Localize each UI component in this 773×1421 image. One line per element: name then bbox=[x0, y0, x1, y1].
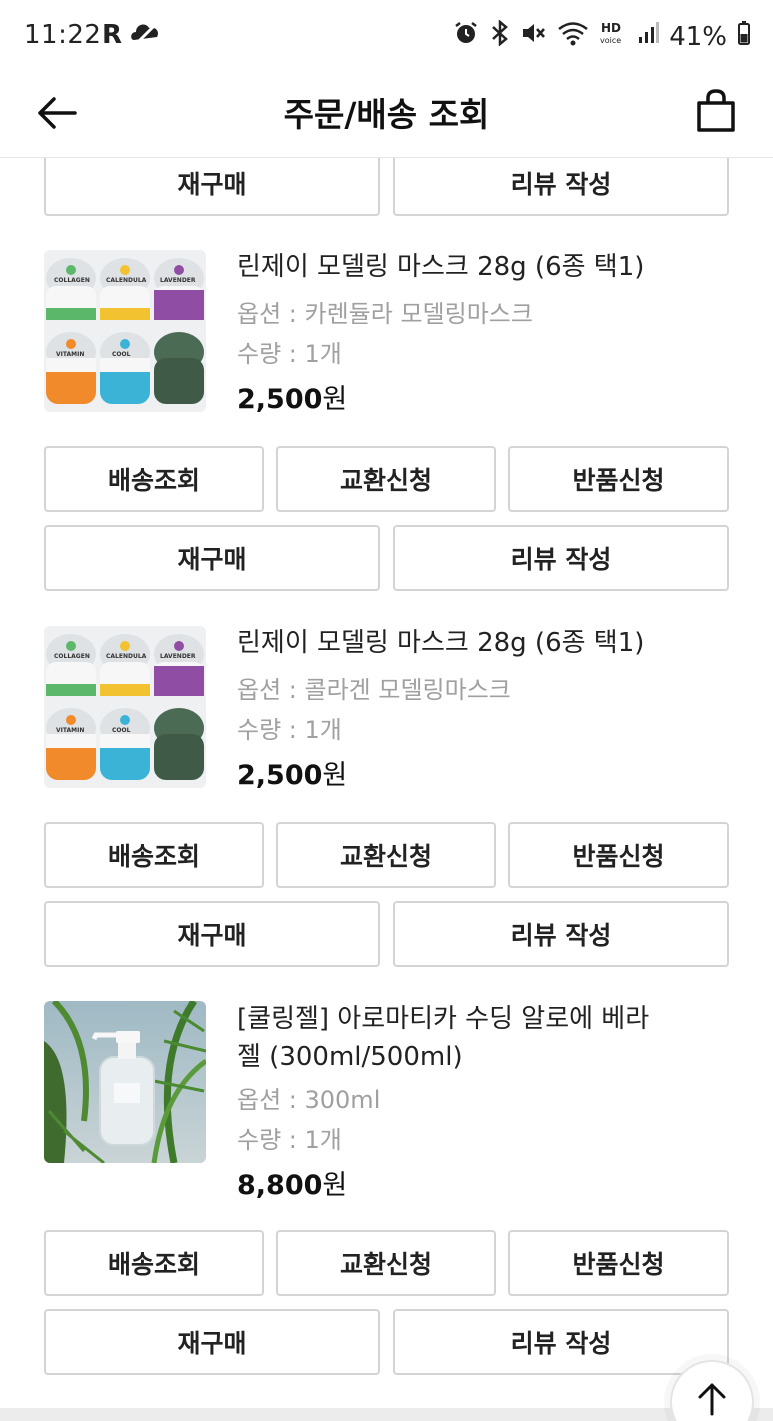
product-option: 옵션 : 콜라겐 모델링마스크 bbox=[237, 676, 511, 704]
svg-text:COOL: COOL bbox=[112, 727, 131, 734]
alarm-icon bbox=[453, 20, 479, 53]
exchange-request-button[interactable]: 교환신청 bbox=[276, 446, 496, 512]
product-thumbnail[interactable] bbox=[44, 1001, 206, 1163]
svg-text:LAVENDER: LAVENDER bbox=[160, 653, 196, 660]
review-button[interactable]: 리뷰 작성 bbox=[393, 525, 729, 591]
review-button[interactable]: 리뷰 작성 bbox=[393, 1309, 729, 1375]
rebuy-button[interactable]: 재구매 bbox=[44, 525, 380, 591]
product-thumbnail[interactable]: COLLAGEN CALENDULA LAVENDER VITAMIN COOL bbox=[44, 626, 206, 788]
cart-button[interactable] bbox=[693, 86, 739, 136]
rebuy-button[interactable]: 재구매 bbox=[44, 1309, 380, 1375]
product-quantity: 수량 : 1개 bbox=[237, 716, 342, 744]
product-price: 8,800원 bbox=[237, 1163, 347, 1202]
carrier-icon: R bbox=[102, 20, 123, 50]
price-currency: 원 bbox=[322, 1170, 348, 1201]
return-request-button[interactable]: 반품신청 bbox=[508, 446, 729, 512]
product-name[interactable]: [쿨링젤] 아로마티카 수딩 알로에 베라 젤 (300ml/500ml) bbox=[237, 1000, 657, 1076]
shopping-bag-icon bbox=[697, 89, 735, 132]
svg-text:voice: voice bbox=[600, 36, 621, 45]
product-name[interactable]: 린제이 모델링 마스크 28g (6종 택1) bbox=[237, 624, 657, 662]
modeling-mask-image: COLLAGEN CALENDULA LAVENDER VITAMIN COOL bbox=[44, 626, 206, 788]
aloe-gel-bottle-image bbox=[44, 1001, 206, 1163]
product-price: 2,500원 bbox=[237, 753, 347, 792]
svg-text:COOL: COOL bbox=[112, 351, 131, 358]
price-value: 2,500 bbox=[237, 760, 323, 791]
svg-text:HD: HD bbox=[601, 21, 621, 35]
hd-voice-icon: HD voice bbox=[599, 20, 627, 53]
product-thumbnail[interactable]: COLLAGEN CALENDULA LAVENDER VITAMIN COOL bbox=[44, 250, 206, 412]
svg-text:VITAMIN: VITAMIN bbox=[56, 727, 84, 734]
product-price: 2,500원 bbox=[237, 377, 347, 416]
price-value: 8,800 bbox=[237, 1170, 323, 1201]
mute-icon bbox=[521, 20, 547, 53]
svg-text:VITAMIN: VITAMIN bbox=[56, 351, 84, 358]
product-option: 옵션 : 300ml bbox=[237, 1086, 381, 1114]
status-bar: 11:22 R HD voice 41% bbox=[0, 0, 773, 72]
rebuy-button[interactable]: 재구매 bbox=[44, 901, 380, 967]
rebuy-button[interactable]: 재구매 bbox=[44, 158, 380, 216]
svg-text:COLLAGEN: COLLAGEN bbox=[54, 277, 90, 284]
product-quantity: 수량 : 1개 bbox=[237, 340, 342, 368]
order-list: 재구매 리뷰 작성 COLLAGEN CALENDULA LAVENDER VI… bbox=[0, 158, 773, 1408]
track-delivery-button[interactable]: 배송조회 bbox=[44, 446, 264, 512]
track-delivery-button[interactable]: 배송조회 bbox=[44, 822, 264, 888]
bottom-divider bbox=[0, 1408, 773, 1421]
modeling-mask-image: COLLAGEN CALENDULA LAVENDER VITAMIN COOL bbox=[44, 250, 206, 412]
arrow-up-icon bbox=[698, 1383, 726, 1416]
return-request-button[interactable]: 반품신청 bbox=[508, 1230, 729, 1296]
cloud-icon bbox=[130, 20, 162, 50]
svg-text:LAVENDER: LAVENDER bbox=[160, 277, 196, 284]
product-option: 옵션 : 카렌듈라 모델링마스크 bbox=[237, 300, 533, 328]
product-name[interactable]: 린제이 모델링 마스크 28g (6종 택1) bbox=[237, 248, 657, 286]
page-title: 주문/배송 조회 bbox=[283, 95, 490, 134]
bluetooth-icon bbox=[489, 19, 511, 53]
price-value: 2,500 bbox=[237, 384, 323, 415]
signal-icon bbox=[637, 20, 660, 53]
battery-icon bbox=[737, 20, 751, 53]
return-request-button[interactable]: 반품신청 bbox=[508, 822, 729, 888]
price-currency: 원 bbox=[322, 384, 348, 415]
product-quantity: 수량 : 1개 bbox=[237, 1126, 342, 1154]
exchange-request-button[interactable]: 교환신청 bbox=[276, 822, 496, 888]
svg-text:CALENDULA: CALENDULA bbox=[106, 277, 147, 284]
app-header: 주문/배송 조회 bbox=[0, 72, 773, 158]
wifi-icon bbox=[557, 20, 589, 53]
battery-text: 41% bbox=[669, 21, 727, 52]
price-currency: 원 bbox=[322, 760, 348, 791]
review-button[interactable]: 리뷰 작성 bbox=[393, 901, 729, 967]
review-button[interactable]: 리뷰 작성 bbox=[393, 158, 729, 216]
track-delivery-button[interactable]: 배송조회 bbox=[44, 1230, 264, 1296]
status-time: 11:22 bbox=[24, 20, 102, 50]
exchange-request-button[interactable]: 교환신청 bbox=[276, 1230, 496, 1296]
svg-text:COLLAGEN: COLLAGEN bbox=[54, 653, 90, 660]
svg-text:CALENDULA: CALENDULA bbox=[106, 653, 147, 660]
